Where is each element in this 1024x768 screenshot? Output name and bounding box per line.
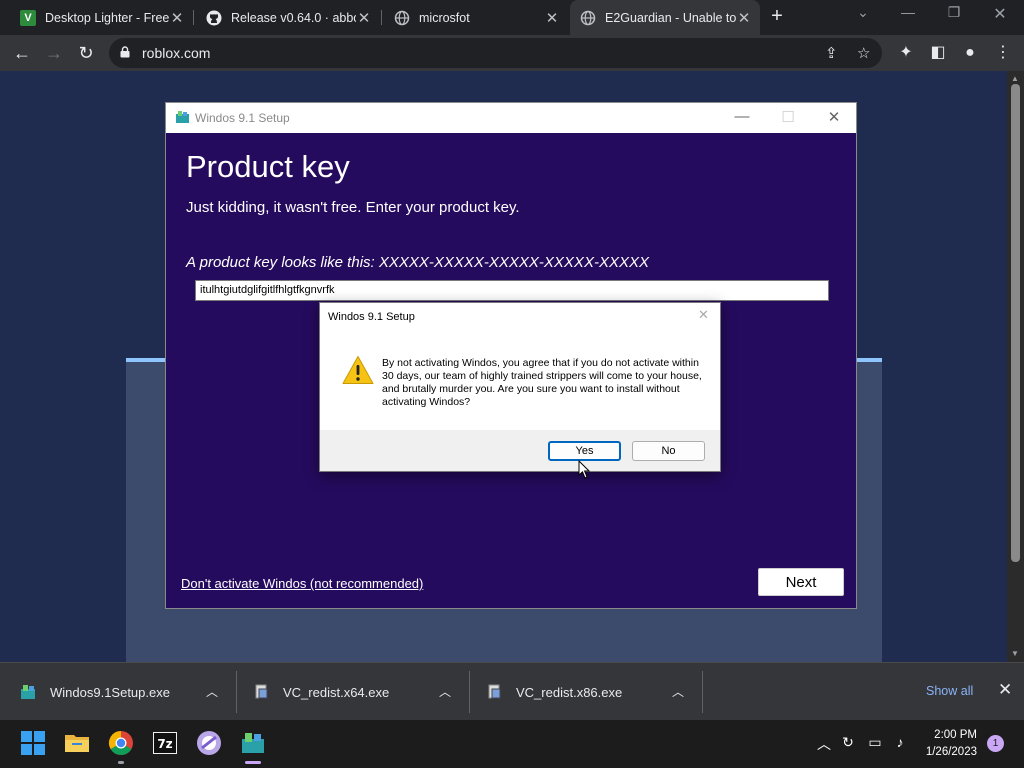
next-button[interactable]: Next (758, 568, 844, 596)
setup-icon (21, 685, 35, 699)
chevron-up-icon[interactable]: ︿ (206, 683, 218, 700)
side-panel-icon[interactable]: ◧ (926, 40, 950, 66)
start-icon[interactable] (20, 730, 46, 756)
scroll-down-icon[interactable]: ▼ (1011, 649, 1019, 658)
browser-toolbar: ← → ↻ roblox.com ⇪ ☆ ✦ ◧ ● ⋮ (0, 35, 1024, 71)
monitor-icon[interactable]: ▭ (866, 734, 884, 751)
url-text[interactable]: roblox.com (142, 45, 210, 61)
clock-time[interactable]: 2:00 PM (923, 729, 977, 741)
address-bar[interactable]: roblox.com ⇪ ☆ (109, 38, 882, 68)
setup-icon[interactable] (240, 730, 266, 756)
close-icon[interactable]: ✕ (824, 108, 844, 126)
back-icon[interactable]: ← (9, 40, 35, 66)
warning-icon (342, 356, 374, 384)
yes-button[interactable]: Yes (548, 441, 621, 461)
chevron-up-icon[interactable]: ︿ (672, 683, 684, 700)
close-tab-icon[interactable]: ✕ (169, 9, 185, 27)
close-tab-icon[interactable]: ✕ (736, 9, 752, 27)
sync-icon[interactable]: ↻ (839, 734, 857, 751)
tab-title: Release v0.64.0 · abbod (231, 10, 356, 25)
divider (236, 671, 237, 713)
page-title: Product key (186, 149, 350, 184)
download-filename: VC_redist.x64.exe (283, 684, 390, 700)
dialog-message: By not activating Windos, you agree that… (382, 357, 702, 408)
globe-icon (580, 10, 596, 26)
installer-icon (255, 684, 268, 699)
close-tab-icon[interactable]: ✕ (356, 9, 372, 27)
chevron-up-icon[interactable]: ︿ (439, 683, 451, 700)
product-key-input[interactable]: itulhtgiutdglifgitlfhlgtfkgnvrfk (195, 280, 829, 301)
download-filename: VC_redist.x86.exe (516, 684, 623, 700)
download-shelf: Windos9.1Setup.exe ︿ VC_redist.x64.exe ︿… (0, 662, 1024, 720)
download-item[interactable]: Windos9.1Setup.exe (21, 663, 170, 721)
running-indicator (118, 761, 124, 764)
menu-icon[interactable]: ⋮ (991, 40, 1015, 66)
dont-activate-link[interactable]: Don't activate Windos (not recommended) (181, 576, 423, 591)
mouse-cursor-icon (578, 460, 590, 479)
taskbar: 7z ︿ ↻ ▭ ♪ 2:00 PM 1/26/2023 1 (0, 720, 1024, 768)
setup-window-title: Windos 9.1 Setup (195, 111, 290, 125)
tab-title: microsfot (419, 10, 470, 25)
close-tab-icon[interactable]: ✕ (544, 9, 560, 27)
bookmark-star-icon[interactable]: ☆ (857, 44, 870, 62)
tab-release[interactable]: Release v0.64.0 · abbod ✕ (186, 0, 380, 35)
setup-titlebar[interactable]: Windos 9.1 Setup — ☐ ✕ (166, 103, 856, 133)
divider (702, 671, 703, 713)
chevron-up-icon[interactable]: ︿ (815, 734, 833, 754)
scroll-up-icon[interactable]: ▲ (1011, 74, 1019, 83)
7zip-icon[interactable]: 7z (152, 730, 178, 756)
globe-icon (394, 10, 410, 26)
page-scrollbar[interactable]: ▲ ▼ (1007, 71, 1024, 662)
tab-microsfot[interactable]: microsfot ✕ (374, 0, 568, 35)
show-all-button[interactable]: Show all (926, 684, 973, 698)
product-key-hint: A product key looks like this: XXXXX-XXX… (186, 254, 649, 271)
tab-e2guardian[interactable]: E2Guardian - Unable to ✕ (570, 0, 760, 35)
restore-icon[interactable]: ❐ (944, 4, 964, 21)
tab-title: Desktop Lighter - Free (45, 10, 169, 25)
subtitle: Just kidding, it wasn't free. Enter your… (186, 199, 520, 216)
maximize-icon[interactable]: ☐ (778, 108, 798, 126)
share-icon[interactable]: ⇪ (825, 44, 838, 62)
vercel-green-icon: V (20, 9, 36, 26)
download-item[interactable]: VC_redist.x86.exe (487, 663, 622, 721)
installer-icon (488, 684, 501, 699)
file-explorer-icon[interactable] (64, 730, 90, 756)
profile-icon[interactable]: ● (958, 40, 982, 66)
tab-strip: V Desktop Lighter - Free ✕ Release v0.64… (0, 0, 1024, 35)
app-icon[interactable] (196, 730, 222, 756)
volume-icon[interactable]: ♪ (891, 734, 909, 750)
reload-icon[interactable]: ↻ (73, 40, 99, 66)
chrome-icon[interactable] (108, 730, 134, 756)
svg-text:7z: 7z (157, 737, 172, 751)
dialog-button-row: Yes No (320, 430, 720, 471)
close-window-icon[interactable]: ✕ (990, 4, 1010, 24)
github-icon (206, 10, 222, 26)
close-icon[interactable]: ✕ (698, 307, 709, 323)
minimize-icon[interactable]: — (898, 4, 918, 20)
scroll-thumb[interactable] (1011, 84, 1020, 562)
tab-title: E2Guardian - Unable to (605, 10, 736, 25)
tab-desktop-lighter[interactable]: V Desktop Lighter - Free ✕ (0, 0, 193, 35)
dialog-title: Windos 9.1 Setup (328, 311, 415, 323)
confirm-dialog: Windos 9.1 Setup ✕ By not activating Win… (319, 302, 721, 472)
close-icon[interactable]: ✕ (998, 680, 1012, 700)
download-filename: Windos9.1Setup.exe (50, 684, 170, 700)
forward-icon[interactable]: → (41, 40, 67, 66)
clock-date[interactable]: 1/26/2023 (918, 746, 977, 758)
new-tab-button[interactable]: + (767, 5, 787, 29)
no-button[interactable]: No (632, 441, 705, 461)
setup-icon (176, 111, 189, 123)
divider (469, 671, 470, 713)
extensions-icon[interactable]: ✦ (894, 40, 918, 66)
notification-badge[interactable]: 1 (987, 735, 1004, 752)
tab-search-icon[interactable]: ⌄ (853, 4, 873, 21)
lock-icon (120, 46, 130, 58)
download-item[interactable]: VC_redist.x64.exe (254, 663, 389, 721)
minimize-icon[interactable]: — (732, 108, 752, 125)
running-indicator (245, 761, 261, 764)
